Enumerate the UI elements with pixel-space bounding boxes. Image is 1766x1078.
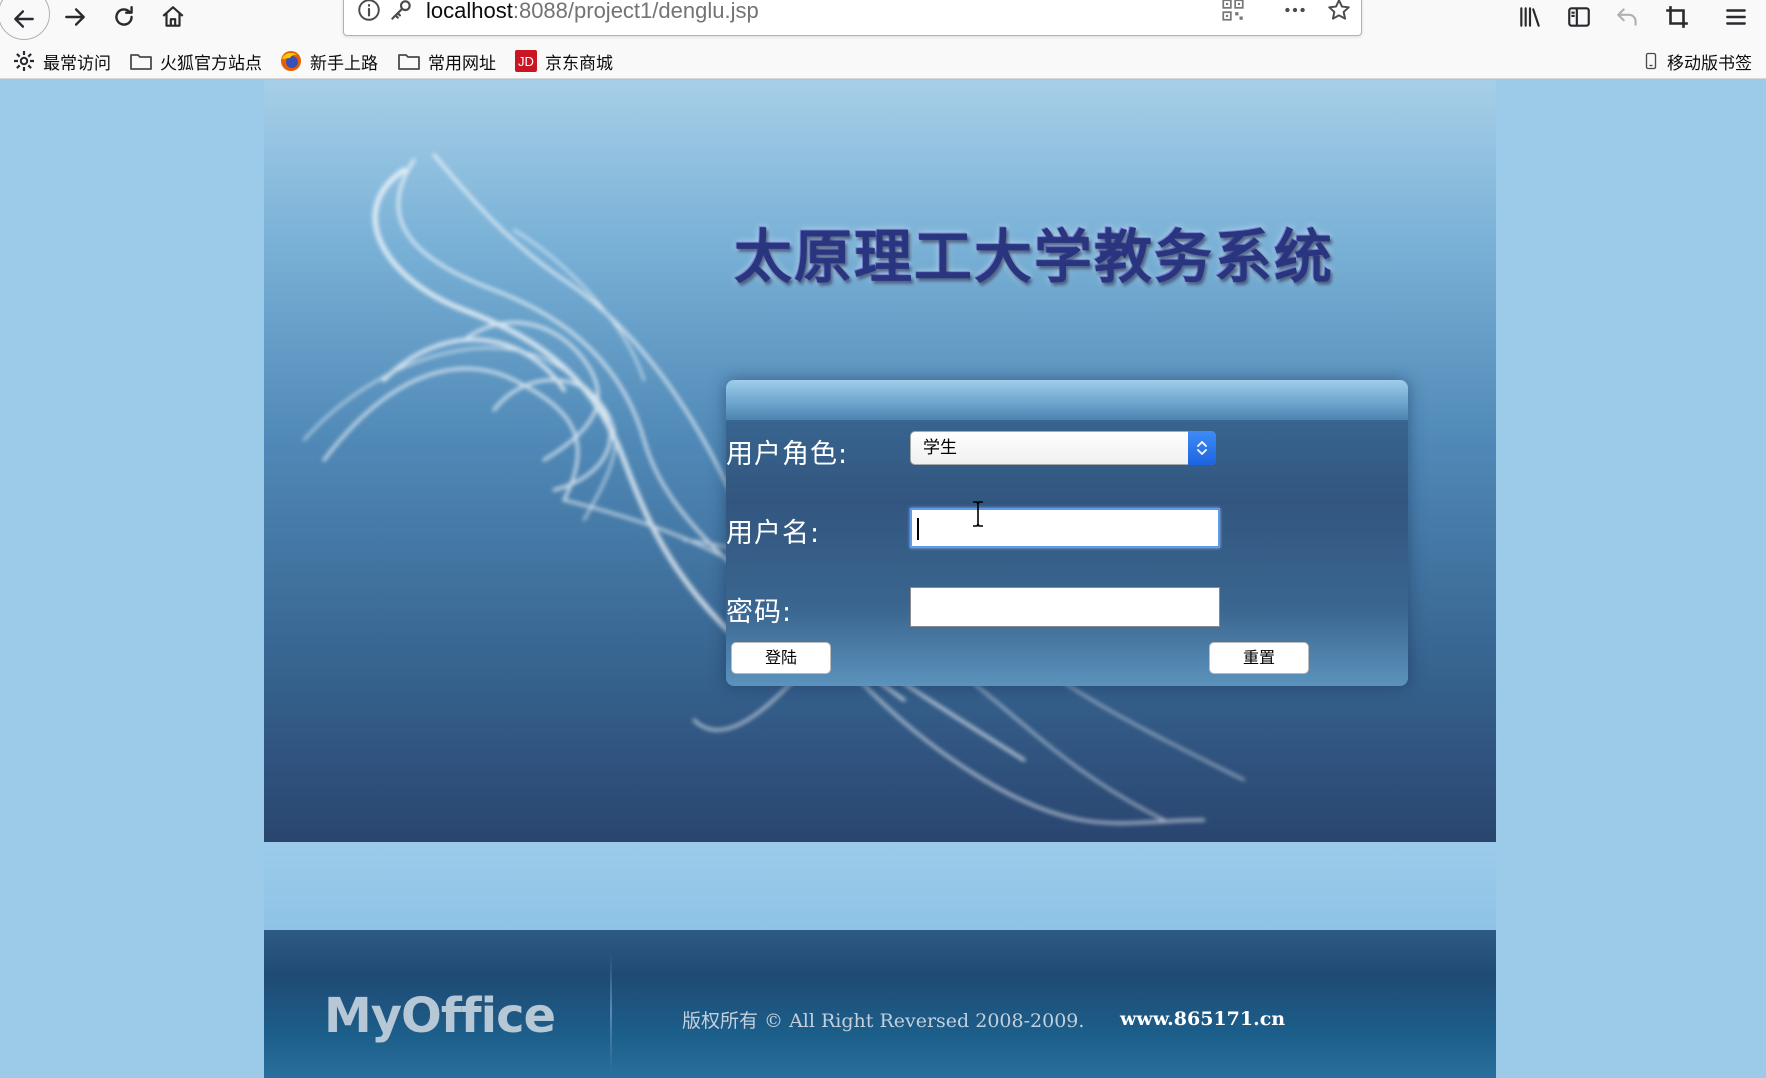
bookmark-mobile[interactable]: 移动版书签: [1642, 48, 1752, 74]
role-label: 用户角色:: [726, 439, 849, 470]
reload-icon: [115, 6, 133, 26]
bookmark-firefox-sites[interactable]: 火狐官方站点: [129, 48, 262, 74]
forward-button[interactable]: [57, 0, 93, 34]
login-panel-header: [726, 380, 1408, 420]
password-label: 密码:: [726, 597, 793, 628]
undo-icon: [1617, 8, 1637, 26]
text-cursor-icon: [969, 500, 987, 528]
username-label: 用户名:: [726, 518, 821, 549]
folder-icon: [398, 54, 420, 70]
reload-button[interactable]: [106, 0, 142, 34]
star-icon[interactable]: [1326, 0, 1352, 27]
arrow-left-icon: [14, 10, 34, 28]
page-footer: MyOffice 版权所有 © All Right Reversed 2008-…: [264, 930, 1496, 1078]
url-text[interactable]: localhost:8088/project1/denglu.jsp: [426, 0, 759, 23]
footer-site-link[interactable]: www.865171.cn: [1120, 1008, 1285, 1030]
bookmarks-toolbar: 最常访问 火狐官方站点 新手上路 常用网址 JD 京东商城 移动版书签: [0, 43, 1766, 79]
role-select-value: 学生: [923, 438, 957, 458]
system-title: 太原理工大学教务系统: [734, 223, 1335, 291]
bookmark-common-sites[interactable]: 常用网址: [397, 48, 496, 74]
mobile-phone-icon: [1645, 52, 1657, 70]
library-button[interactable]: [1512, 0, 1548, 34]
username-input[interactable]: [910, 508, 1220, 548]
login-banner: 太原理工大学教务系统 用户角色: 学生 用户名: 密码: 登陆 重置: [264, 80, 1496, 842]
bookmark-most-visited[interactable]: 最常访问: [12, 48, 111, 74]
jd-logo-icon: JD: [515, 50, 537, 72]
folder-icon: [130, 54, 152, 70]
url-bar[interactable]: localhost:8088/project1/denglu.jsp: [343, 0, 1362, 36]
select-updown-icon[interactable]: [1188, 431, 1216, 465]
bookmark-jd-mall[interactable]: JD 京东商城: [514, 48, 613, 74]
sidebar-button[interactable]: [1561, 0, 1597, 34]
password-input[interactable]: [910, 587, 1220, 627]
text-caret: [917, 518, 919, 540]
key-icon[interactable]: [388, 0, 414, 27]
footer-copyright: 版权所有 © All Right Reversed 2008-2009.: [682, 1010, 1085, 1032]
footer-logo: MyOffice: [324, 988, 556, 1044]
login-panel: 用户角色: 学生 用户名: 密码: 登陆 重置: [726, 380, 1408, 686]
role-select[interactable]: 学生: [910, 431, 1216, 465]
svg-text:JD: JD: [518, 54, 534, 69]
menu-button[interactable]: [1718, 0, 1754, 34]
info-icon[interactable]: [356, 0, 382, 27]
library-icon: [1520, 7, 1540, 27]
home-icon: [162, 6, 184, 27]
crop-icon: [1666, 6, 1688, 28]
qr-code-icon[interactable]: [1220, 0, 1246, 27]
firefox-logo-icon: [281, 51, 301, 71]
sidebar-icon: [1568, 7, 1590, 27]
reset-button[interactable]: 重置: [1209, 642, 1309, 674]
footer-divider: [610, 952, 612, 1072]
page-separator-strip: [264, 842, 1496, 930]
gear-icon: [14, 51, 34, 71]
back-button[interactable]: [0, 0, 50, 40]
arrow-right-icon: [65, 8, 85, 26]
undo-button[interactable]: [1610, 0, 1646, 34]
hamburger-menu-icon: [1726, 9, 1746, 25]
more-actions-icon[interactable]: [1282, 0, 1308, 27]
browser-toolbar: localhost:8088/project1/denglu.jsp: [0, 0, 1766, 43]
home-button[interactable]: [155, 0, 191, 34]
crop-screenshot-button[interactable]: [1659, 0, 1695, 34]
login-button[interactable]: 登陆: [731, 642, 831, 674]
bookmark-getting-started[interactable]: 新手上路: [279, 48, 378, 74]
